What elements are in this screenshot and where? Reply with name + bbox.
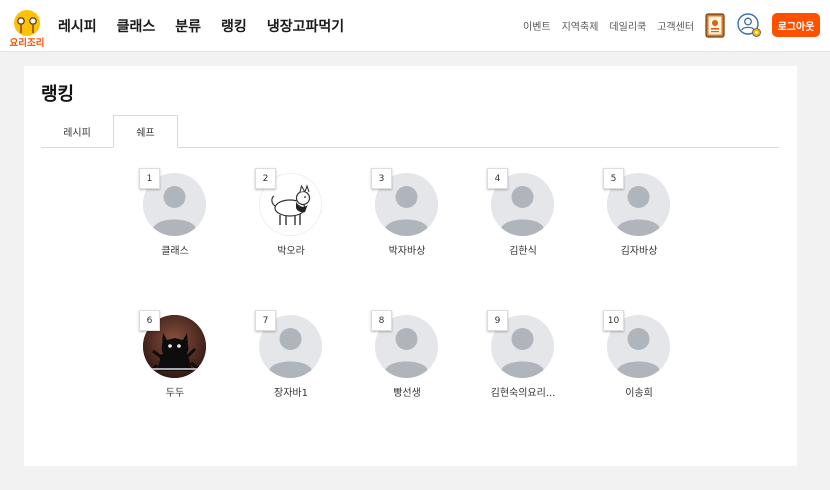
rank-badge: 8 (371, 310, 392, 331)
nav-category[interactable]: 분류 (175, 16, 201, 36)
chef-name: 이송희 (625, 388, 653, 399)
yorijori-logo[interactable]: 요리조리 (7, 9, 47, 49)
rank-badge: 7 (255, 310, 276, 331)
chef-name: 장자바1 (274, 388, 308, 399)
nav-fridge[interactable]: 냉장고파먹기 (267, 16, 344, 36)
util-customer-center[interactable]: 고객센터 (657, 18, 694, 33)
top-navigation-bar: 요리조리 레시피 클래스 분류 랭킹 냉장고파먹기 이벤트 지역축제 데일리쿡 … (0, 0, 830, 52)
nav-recipe[interactable]: 레시피 (58, 16, 97, 36)
rank-badge: 9 (487, 310, 508, 331)
util-dailycook[interactable]: 데일리쿡 (609, 18, 646, 33)
rank-badge: 4 (487, 168, 508, 189)
chef-name: 김현숙의요리... (490, 388, 556, 399)
nav-class[interactable]: 클래스 (117, 16, 156, 36)
rank-badge: 2 (255, 168, 276, 189)
chef-name: 두두 (165, 388, 185, 399)
tab-recipe[interactable]: 레시피 (41, 115, 113, 148)
chef-name: 김자바상 (620, 246, 658, 257)
ranking-panel: 랭킹 레시피 쉐프 1 클래스 2 박오라 3 박자바상 4 김한식 5 김자바… (24, 66, 797, 466)
rank-badge: 5 (603, 168, 624, 189)
logout-button[interactable]: 로그아웃 (772, 13, 820, 37)
tab-chef[interactable]: 쉐프 (113, 115, 178, 148)
page-title: 랭킹 (41, 84, 75, 105)
chef-name: 빵선생 (393, 388, 421, 399)
recipe-book-icon[interactable] (705, 13, 725, 38)
rank-badge: 6 (139, 310, 160, 331)
svg-text:요리조리: 요리조리 (10, 37, 45, 49)
utility-links: 이벤트 지역축제 데일리쿡 고객센터 (512, 18, 694, 33)
main-nav: 레시피 클래스 분류 랭킹 냉장고파먹기 (58, 16, 364, 36)
chef-name: 클래스 (161, 246, 189, 257)
rank-badge: 1 (139, 168, 160, 189)
chef-name: 김한식 (509, 246, 537, 257)
rank-badge: 3 (371, 168, 392, 189)
chef-name: 박자바상 (388, 246, 426, 257)
util-festival[interactable]: 지역축제 (562, 18, 599, 33)
chef-name: 박오라 (277, 246, 305, 257)
util-event[interactable]: 이벤트 (523, 18, 551, 33)
rank-badge: 10 (603, 310, 624, 331)
user-settings-icon[interactable] (737, 13, 762, 38)
nav-ranking[interactable]: 랭킹 (221, 16, 247, 36)
